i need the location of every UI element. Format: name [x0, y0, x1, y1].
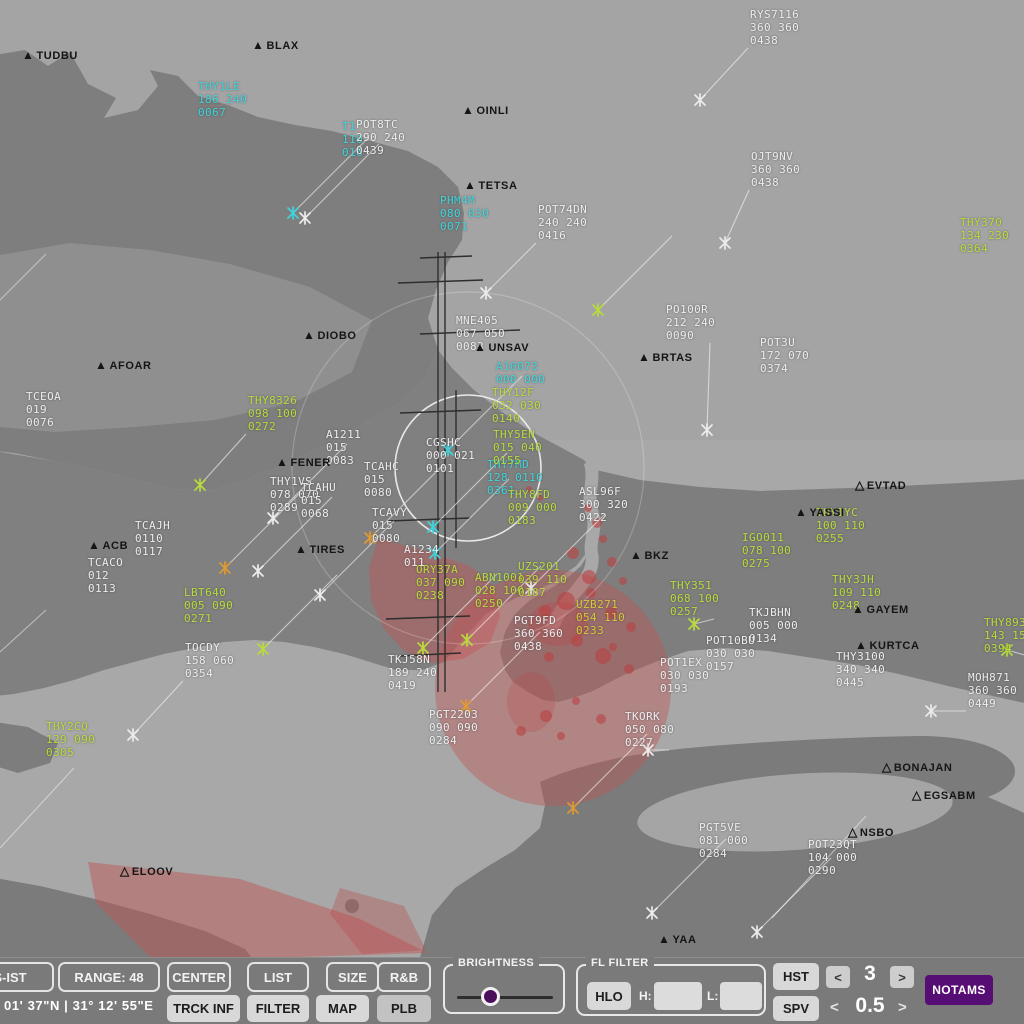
- waypoint: ▲BRTAS: [638, 350, 693, 364]
- brightness-slider[interactable]: [481, 987, 500, 1006]
- aircraft-label[interactable]: POT23QT104 0000290: [808, 838, 857, 877]
- plb-button[interactable]: PLB: [377, 995, 431, 1022]
- aircraft-label[interactable]: RYS7116360 3600438: [750, 8, 799, 47]
- aircraft-label[interactable]: IGO011078 1000275: [742, 531, 791, 570]
- waypoint: ▲YAA: [658, 932, 697, 946]
- aircraft-label[interactable]: A12110150083: [326, 428, 361, 467]
- cursor-coordinates: 01' 37"N | 31° 12' 55"E: [4, 998, 154, 1013]
- aircraft-label[interactable]: TCAJH01100117: [135, 519, 170, 558]
- fl-high-input[interactable]: [654, 982, 702, 1010]
- notams-button[interactable]: NOTAMS: [925, 975, 993, 1005]
- speed-vector-decrease-button[interactable]: <: [830, 999, 839, 1016]
- aircraft-label[interactable]: THY8326098 1000272: [248, 394, 297, 433]
- waypoint: ▲AFOAR: [95, 358, 152, 372]
- aircraft-label[interactable]: UZS201039 1100187: [518, 560, 567, 599]
- sector-button[interactable]: S-IST: [0, 962, 54, 992]
- aircraft-label[interactable]: POT1EX030 0300193: [660, 656, 709, 695]
- waypoint: ▲GAYEM: [852, 602, 909, 616]
- waypoint: △BONAJAN: [882, 760, 952, 774]
- aircraft-label[interactable]: THY351068 1000257: [670, 579, 719, 618]
- waypoint: ▲BLAX: [252, 38, 299, 52]
- aircraft-label[interactable]: ASL96F300 3200422: [579, 485, 628, 524]
- history-increase-button[interactable]: >: [890, 966, 914, 988]
- aircraft-label[interactable]: POT8TC290 2400439: [356, 118, 405, 157]
- speed-vector-value: 0.5: [848, 994, 892, 1018]
- waypoint: △ELOOV: [120, 864, 173, 878]
- waypoint: ▲TUDBU: [22, 48, 78, 62]
- brightness-label: BRIGHTNESS: [453, 957, 539, 969]
- aircraft-label[interactable]: PHM4M080 0300071: [440, 194, 489, 233]
- aircraft-label[interactable]: CGSHC000 0210101: [426, 436, 475, 475]
- waypoint: ▲UNSAV: [474, 340, 529, 354]
- size-button[interactable]: SIZE: [326, 962, 379, 992]
- waypoint: ▲ACB: [88, 538, 128, 552]
- speed-vector-increase-button[interactable]: >: [898, 999, 907, 1016]
- aircraft-label[interactable]: UZB271054 1100233: [576, 598, 625, 637]
- aircraft-label[interactable]: A1234011: [404, 543, 439, 569]
- aircraft-label[interactable]: TCACO0120113: [88, 556, 123, 595]
- fl-filter-group: FL FILTER HLO H: L:: [576, 964, 766, 1016]
- aircraft-label[interactable]: TCAHU0150068: [301, 481, 336, 520]
- aircraft-label[interactable]: PO100R212 2400090: [666, 303, 715, 342]
- center-button[interactable]: CENTER: [167, 962, 231, 992]
- aircraft-label[interactable]: OJT9NV360 3600438: [751, 150, 800, 189]
- aircraft-label[interactable]: PGT2203090 0900284: [429, 708, 478, 747]
- history-value: 3: [852, 962, 888, 986]
- waypoint: △EVTAD: [855, 478, 906, 492]
- fl-high-label: H:: [639, 989, 652, 1003]
- waypoint: ▲DIOBO: [303, 328, 357, 342]
- aircraft-label[interactable]: POT10BU030 0300157: [706, 634, 755, 673]
- aircraft-label[interactable]: TCAHC0150080: [364, 460, 399, 499]
- fl-low-label: L:: [707, 989, 718, 1003]
- waypoint: ▲FENER: [276, 455, 331, 469]
- aircraft-label[interactable]: THY2CQ129 0900305: [46, 720, 95, 759]
- aircraft-label[interactable]: THY3100340 3400445: [836, 650, 885, 689]
- aircraft-label[interactable]: THY893143 1500394: [984, 616, 1024, 655]
- aircraft-label[interactable]: ABN1001028 1000250: [475, 571, 524, 610]
- hlo-button[interactable]: HLO: [587, 982, 631, 1010]
- filter-button[interactable]: FILTER: [247, 995, 309, 1022]
- aircraft-label[interactable]: PGT9FD360 3600438: [514, 614, 563, 653]
- aircraft-label[interactable]: TCAVY0150080: [372, 506, 407, 545]
- rb-button[interactable]: R&B: [377, 962, 431, 992]
- waypoint: ▲OINLI: [462, 103, 509, 117]
- waypoint: ▲KURTCA: [855, 638, 920, 652]
- brightness-slider-track[interactable]: [457, 996, 553, 999]
- aircraft-label[interactable]: THY5EN015 0400155: [493, 428, 542, 467]
- aircraft-label[interactable]: THY370134 2300364: [960, 216, 1009, 255]
- aircraft-label[interactable]: TKORK050 0800227: [625, 710, 674, 749]
- aircraft-label[interactable]: THY8FD009 0000183: [508, 488, 557, 527]
- aircraft-label[interactable]: TKJ58N189 2400419: [388, 653, 437, 692]
- aircraft-label[interactable]: TKJBHN005 0000134: [749, 606, 798, 645]
- aircraft-label[interactable]: MOH871360 3600449: [968, 671, 1017, 710]
- waypoint: ▲BKZ: [630, 548, 669, 562]
- aircraft-label[interactable]: TOCDY158 0600354: [185, 641, 234, 680]
- aircraft-label[interactable]: THY12F032 0300140: [492, 386, 541, 425]
- fl-filter-label: FL FILTER: [586, 957, 654, 969]
- waypoint: ▲TIRES: [295, 542, 345, 556]
- map-button[interactable]: MAP: [316, 995, 369, 1022]
- aircraft-label[interactable]: THY1LE186 2400067: [198, 80, 247, 119]
- waypoint: ▲TETSA: [464, 178, 518, 192]
- spv-button[interactable]: SPV: [773, 996, 819, 1021]
- radar-labels-layer: THY1LE186 2400067T1110016PHM4M080 030007…: [0, 0, 1024, 1024]
- list-button[interactable]: LIST: [247, 962, 309, 992]
- track-info-button[interactable]: TRCK INF: [167, 995, 240, 1022]
- waypoint: △EGSABM: [912, 788, 976, 802]
- history-decrease-button[interactable]: <: [826, 966, 850, 988]
- control-bar: S-IST RANGE: 48 CENTER LIST SIZE R&B 01'…: [0, 957, 1024, 1024]
- fl-low-input[interactable]: [720, 982, 762, 1010]
- brightness-group: BRIGHTNESS: [443, 964, 565, 1014]
- waypoint: ▲YASSI: [795, 505, 845, 519]
- atc-radar-screen: THY1LE186 2400067T1110016PHM4M080 030007…: [0, 0, 1024, 1024]
- aircraft-label[interactable]: TCEOA0190076: [26, 390, 61, 429]
- aircraft-label[interactable]: A10073000 000: [496, 360, 545, 386]
- hst-button[interactable]: HST: [773, 963, 819, 990]
- waypoint: △NSBO: [848, 825, 894, 839]
- aircraft-label[interactable]: LBT640005 0900271: [184, 586, 233, 625]
- aircraft-label[interactable]: POT74DN240 2400416: [538, 203, 587, 242]
- range-button[interactable]: RANGE: 48: [58, 962, 160, 992]
- aircraft-label[interactable]: POT3U172 0700374: [760, 336, 809, 375]
- aircraft-label[interactable]: PGT5VE081 0000284: [699, 821, 748, 860]
